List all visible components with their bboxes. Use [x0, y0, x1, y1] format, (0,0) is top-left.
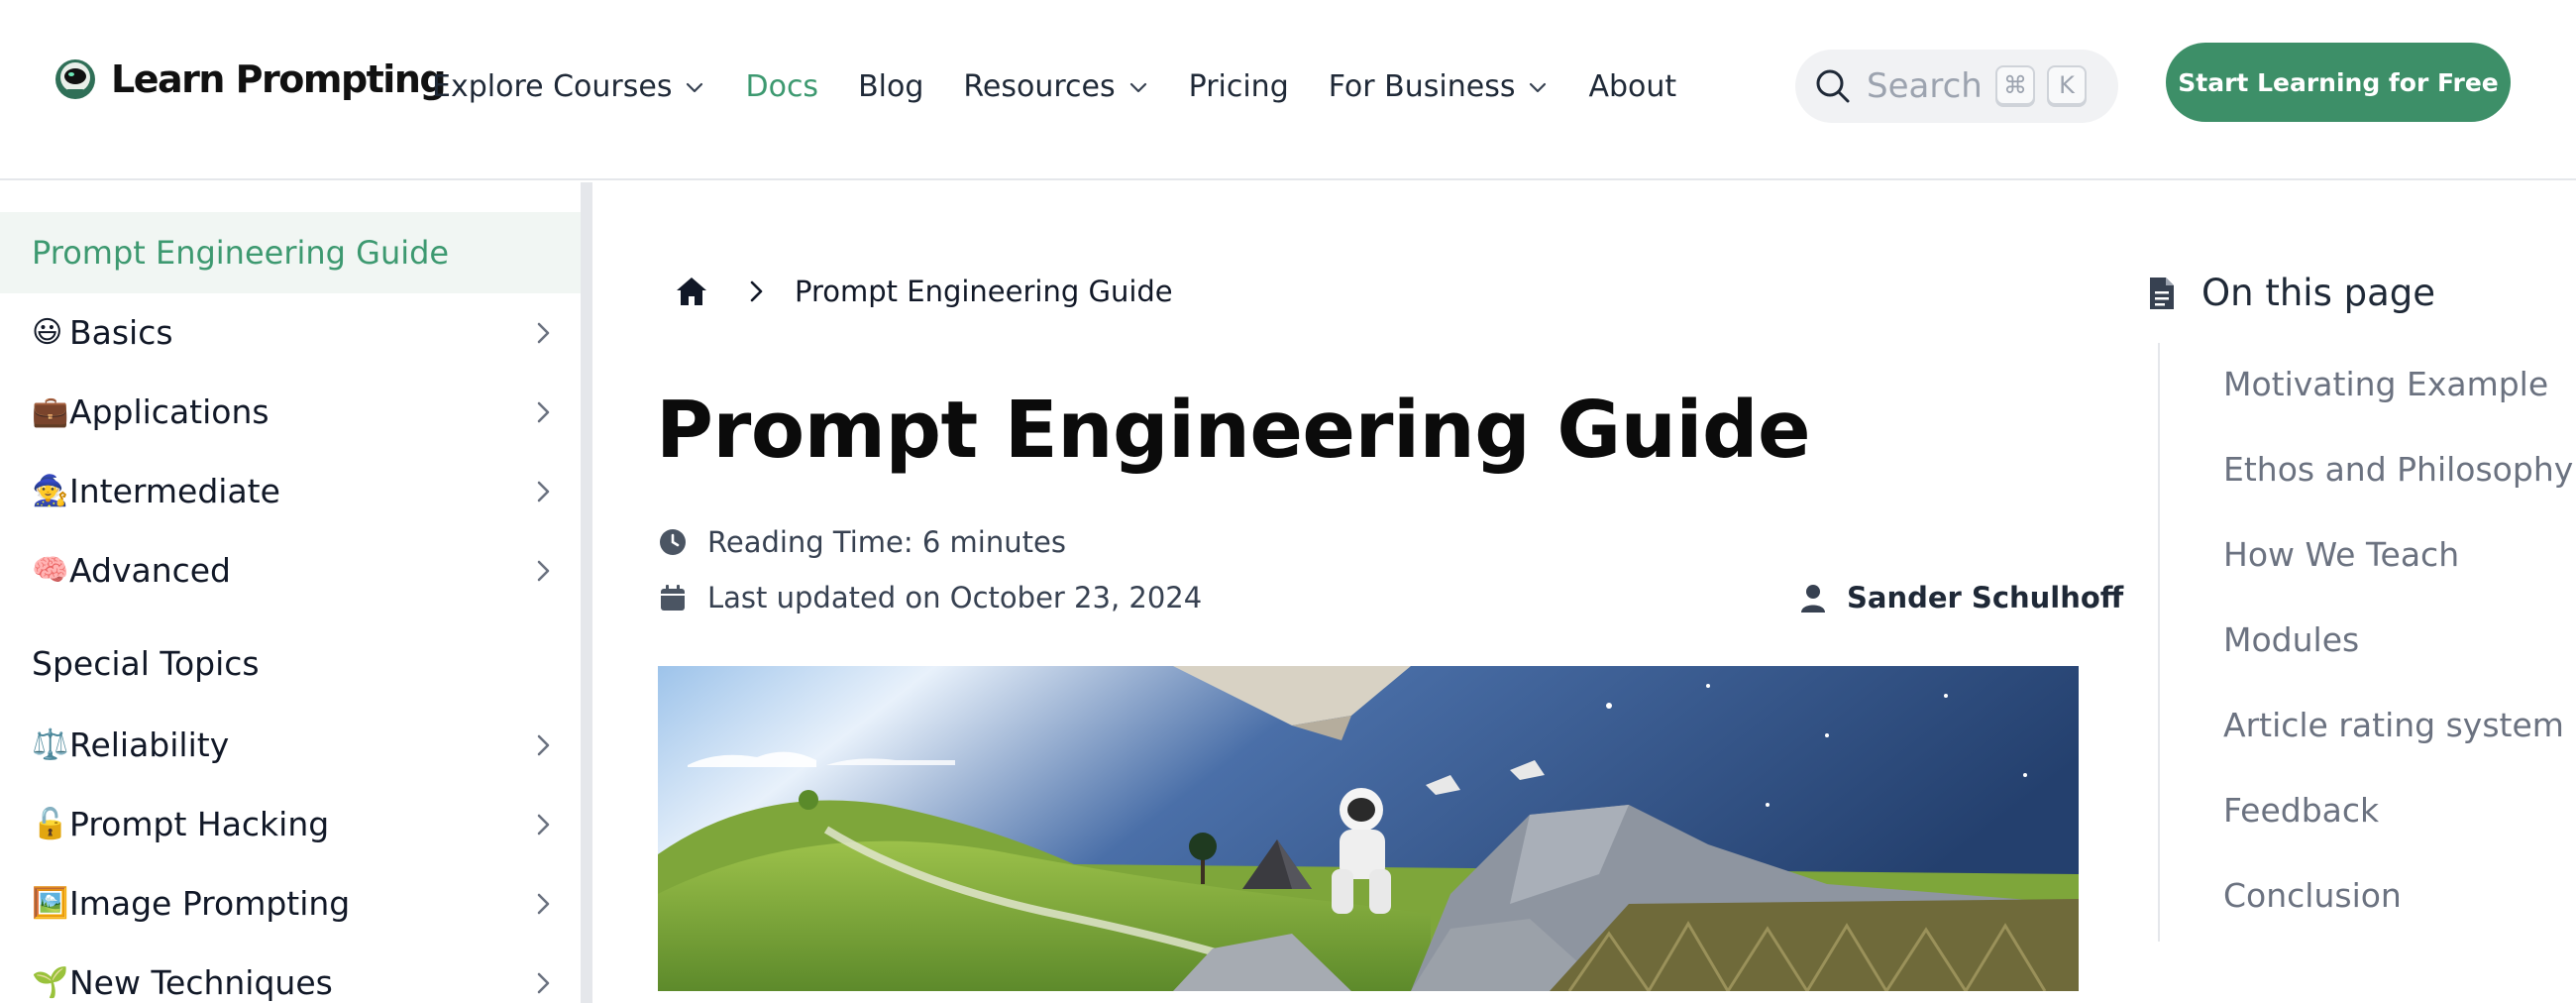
main-nav: Explore Courses Docs Blog Resources Pric… [432, 69, 1716, 104]
sidebar-item-new-techniques[interactable]: 🌱 New Techniques [0, 947, 581, 1003]
wizard-emoji-icon: 🧙 [32, 473, 69, 508]
sidebar-item-label: New Techniques [69, 962, 333, 1002]
toc-item-modules[interactable]: Modules [2223, 620, 2359, 659]
sidebar-item-label: Prompt Hacking [69, 804, 330, 843]
start-learning-button[interactable]: Start Learning for Free [2166, 43, 2511, 122]
last-updated: Last updated on October 23, 2024 [658, 581, 1202, 614]
unlock-emoji-icon: 🔓 [32, 806, 69, 841]
toc-header: On this page [2148, 272, 2435, 314]
breadcrumb: Prompt Engineering Guide [674, 274, 1173, 309]
clock-icon [660, 529, 686, 555]
nav-label: Resources [963, 69, 1116, 104]
chevron-down-icon [1129, 82, 1146, 92]
logo[interactable]: Learn Prompting [54, 57, 447, 101]
sidebar-scrollbar[interactable] [581, 182, 592, 1003]
sidebar-item-label: Basics [69, 312, 173, 352]
chevron-right-icon [537, 560, 550, 582]
kbd-command: ⌘ [1995, 65, 2035, 105]
brain-emoji-icon: 🧠 [32, 552, 69, 588]
toc-item-ethos-and-philosophy[interactable]: Ethos and Philosophy [2223, 450, 2573, 489]
author: Sander Schulhoff [1799, 581, 2123, 614]
astronaut-landscape-illustration [658, 666, 2079, 991]
toc-item-feedback[interactable]: Feedback [2223, 791, 2379, 830]
nav-label: Blog [858, 69, 924, 104]
sidebar-item-image-prompting[interactable]: 🖼️ Image Prompting [0, 868, 581, 938]
nav-pricing[interactable]: Pricing [1189, 69, 1289, 104]
reading-time-text: Reading Time: 6 minutes [707, 525, 1066, 559]
chevron-right-icon [537, 734, 550, 756]
search-icon [1816, 69, 1850, 103]
kbd-k: K [2047, 65, 2087, 105]
chevron-right-icon [537, 972, 550, 994]
chevron-right-icon [537, 893, 550, 915]
document-icon [2150, 277, 2174, 309]
sidebar-item-label: Intermediate [69, 471, 280, 510]
nav-label: About [1588, 69, 1677, 104]
nav-explore-courses[interactable]: Explore Courses [432, 69, 705, 104]
last-updated-text: Last updated on October 23, 2024 [707, 581, 1203, 614]
toc-title: On this page [2201, 272, 2436, 314]
chevron-down-icon [687, 82, 703, 92]
sidebar-item-reliability[interactable]: ⚖️ Reliability [0, 710, 581, 779]
nav-for-business[interactable]: For Business [1329, 69, 1550, 104]
page-title: Prompt Engineering Guide [656, 385, 1811, 476]
chevron-right-icon [537, 481, 550, 502]
search-placeholder: Search [1867, 66, 1983, 106]
calendar-icon [661, 585, 685, 611]
sidebar: Prompt Engineering Guide 😃 Basics 💼 Appl… [0, 182, 583, 1003]
home-icon[interactable] [674, 274, 709, 309]
smile-emoji-icon: 😃 [32, 314, 63, 350]
nav-label: For Business [1328, 69, 1516, 104]
sidebar-item-label: Image Prompting [69, 883, 351, 923]
user-icon [1801, 585, 1825, 613]
sidebar-item-label: Advanced [69, 550, 232, 590]
picture-emoji-icon: 🖼️ [32, 885, 69, 921]
logo-text: Learn Prompting [111, 57, 447, 101]
chevron-right-icon [537, 401, 550, 423]
nav-resources[interactable]: Resources [963, 69, 1148, 104]
sidebar-item-intermediate[interactable]: 🧙 Intermediate [0, 456, 581, 525]
sidebar-item-label: Applications [69, 391, 269, 431]
chevron-down-icon [1530, 82, 1547, 92]
scales-emoji-icon: ⚖️ [32, 726, 69, 762]
astronaut-logo-icon [55, 59, 95, 99]
nav-docs[interactable]: Docs [745, 69, 818, 104]
author-name[interactable]: Sander Schulhoff [1847, 581, 2123, 614]
toc-item-how-we-teach[interactable]: How We Teach [2223, 535, 2459, 574]
sidebar-item-advanced[interactable]: 🧠 Advanced [0, 535, 581, 605]
nav-label: Pricing [1188, 69, 1289, 104]
nav-label: Explore Courses [432, 69, 673, 104]
toc-item-conclusion[interactable]: Conclusion [2223, 876, 2402, 915]
seedling-emoji-icon: 🌱 [32, 964, 69, 1000]
sidebar-item-prompt-hacking[interactable]: 🔓 Prompt Hacking [0, 789, 581, 858]
chevron-right-icon [537, 322, 550, 344]
nav-about[interactable]: About [1588, 69, 1676, 104]
toc-divider [2158, 343, 2160, 942]
nav-blog[interactable]: Blog [858, 69, 923, 104]
sidebar-item-basics[interactable]: 😃 Basics [0, 297, 581, 367]
nav-label: Docs [745, 69, 819, 104]
sidebar-item-applications[interactable]: 💼 Applications [0, 377, 581, 446]
top-header: Learn Prompting Explore Courses Docs Blo… [0, 0, 2576, 180]
sidebar-item-label: Reliability [69, 724, 230, 764]
sidebar-item-prompt-engineering-guide[interactable]: Prompt Engineering Guide [0, 212, 581, 293]
chevron-right-icon [537, 814, 550, 836]
breadcrumb-current: Prompt Engineering Guide [795, 275, 1173, 308]
briefcase-emoji-icon: 💼 [32, 393, 69, 429]
search-button[interactable]: Search ⌘ K [1795, 50, 2118, 123]
toc-item-article-rating-system[interactable]: Article rating system [2223, 706, 2564, 744]
sidebar-section-heading: Special Topics [32, 644, 260, 683]
chevron-right-icon [750, 280, 763, 302]
reading-time: Reading Time: 6 minutes [658, 525, 1066, 559]
toc-item-motivating-example[interactable]: Motivating Example [2223, 365, 2548, 403]
hero-image [658, 666, 2079, 991]
